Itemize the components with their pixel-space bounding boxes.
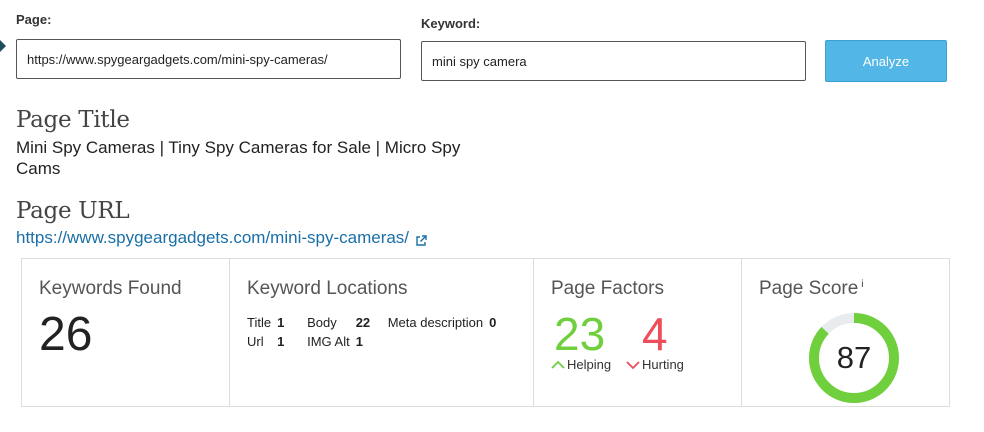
analyze-button[interactable]: Analyze	[825, 40, 947, 82]
page-url-heading: Page URL	[16, 198, 130, 224]
page-title-heading: Page Title	[16, 107, 130, 133]
location-label: Meta description	[387, 315, 484, 330]
info-icon[interactable]: i	[861, 279, 863, 290]
location-label: Url	[247, 334, 264, 349]
external-link-icon[interactable]	[415, 232, 427, 246]
helping-count: 23	[554, 308, 606, 360]
keywords-found-count: 26	[39, 308, 93, 361]
page-title-value: Mini Spy Cameras | Tiny Spy Cameras for …	[16, 138, 461, 178]
keyword-field-label: Keyword:	[421, 16, 481, 31]
hurting-label: Hurting	[642, 357, 684, 372]
page-score-card: Page Score i 87	[742, 259, 949, 406]
keyword-locations-card: Keyword Locations Title 1 Body 22 Meta d…	[230, 259, 534, 406]
page-url-text: https://www.spygeargadgets.com/mini-spy-…	[16, 228, 410, 247]
page-score-value: 87	[836, 340, 872, 375]
helping-label: Helping	[567, 357, 612, 372]
keyword-locations-grid: Title 1 Body 22 Meta description 0 Url 1…	[247, 315, 505, 349]
page-url-input[interactable]	[16, 39, 401, 79]
location-count: 1	[277, 315, 285, 330]
page-factors-title: Page Factors	[551, 278, 664, 299]
location-count: 0	[489, 315, 497, 330]
location-count: 1	[277, 334, 285, 349]
page-field-label: Page:	[16, 12, 52, 27]
helping-factor[interactable]: Helping	[551, 357, 611, 372]
hurting-factor[interactable]: Hurting	[626, 357, 684, 372]
keywords-found-card: Keywords Found 26	[22, 259, 230, 406]
keywords-found-title: Keywords Found	[39, 278, 182, 299]
stats-panel: Keywords Found 26 Keyword Locations Titl…	[21, 258, 950, 407]
page-factors-card: Page Factors 23 4 Helping Hurting	[534, 259, 742, 406]
location-count: 1	[355, 334, 363, 349]
page-score-title: Page Score i	[759, 278, 864, 300]
keyword-input[interactable]	[421, 41, 806, 81]
chevron-down-icon	[626, 360, 640, 369]
page-score-title-text: Page Score	[759, 278, 859, 299]
location-count: 22	[355, 315, 371, 330]
location-label: Body	[307, 315, 337, 330]
keyword-locations-title: Keyword Locations	[247, 278, 408, 299]
location-label: Title	[247, 315, 272, 330]
panel-toggle-arrow[interactable]	[0, 34, 6, 58]
hurting-count: 4	[642, 308, 668, 360]
location-label: IMG Alt	[307, 334, 350, 349]
page-url-link[interactable]: https://www.spygeargadgets.com/mini-spy-…	[16, 228, 427, 248]
chevron-up-icon	[551, 360, 565, 369]
